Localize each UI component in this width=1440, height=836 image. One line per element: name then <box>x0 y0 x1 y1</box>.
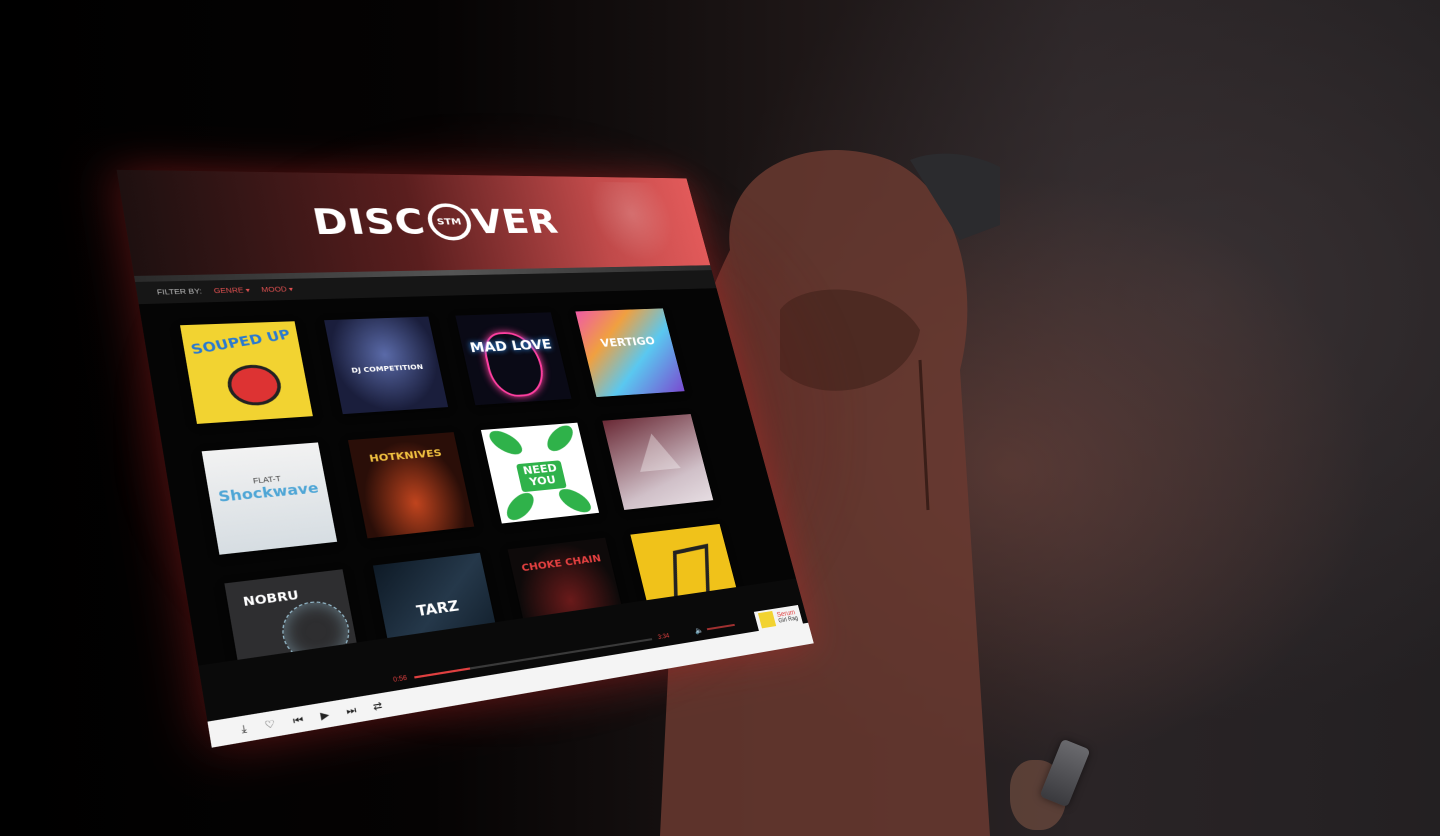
hero-banner: DISC STM VER <box>117 170 711 276</box>
genre-dropdown[interactable]: GENRE ▾ <box>213 286 250 295</box>
now-playing-thumbnail <box>758 611 776 628</box>
release-title: SOUPED UP <box>183 328 299 360</box>
leaf-art <box>486 426 526 459</box>
leaf-art <box>542 423 577 456</box>
play-icon[interactable]: ▶ <box>319 708 330 722</box>
next-icon[interactable]: ⏭ <box>345 704 357 718</box>
release-title: VERTIGO <box>582 335 673 351</box>
leaf-art <box>555 484 594 517</box>
volume-icon[interactable]: 🔈 <box>694 626 704 635</box>
perspective-stage: DISC STM VER FILTER BY: GENRE ▾ MOOD ▾ S… <box>0 0 1440 836</box>
time-elapsed: 0:56 <box>393 675 408 684</box>
volume-control: 🔈 <box>694 621 736 635</box>
release-title: CHOKE CHAIN <box>511 553 611 576</box>
download-icon[interactable]: ⤓ <box>240 722 247 736</box>
cartoon-face-art <box>224 364 284 407</box>
mood-dropdown[interactable]: MOOD ▾ <box>261 285 294 293</box>
release-tile-souped-up[interactable]: SOUPED UP <box>180 321 313 424</box>
shuffle-icon[interactable]: ⇄ <box>372 699 383 713</box>
logo-stm-badge: STM <box>424 203 475 240</box>
triangle-art <box>631 432 681 472</box>
release-title: MAD LOVE <box>461 338 560 357</box>
heart-icon[interactable]: ♡ <box>264 717 277 731</box>
discover-logo: DISC STM VER <box>309 202 562 243</box>
release-tile-mad-love[interactable]: MAD LOVE <box>455 312 571 405</box>
release-tile-shockwave[interactable]: FLAT-T Shockwave <box>202 442 337 554</box>
release-tile-triangle[interactable] <box>602 414 713 510</box>
release-title: TARZ <box>382 596 493 626</box>
previous-icon[interactable]: ⏮ <box>292 713 304 727</box>
progress-fill <box>414 667 471 678</box>
hero-scene: DISC STM VER FILTER BY: GENRE ▾ MOOD ▾ S… <box>0 0 1440 836</box>
time-total: 3:34 <box>657 633 670 641</box>
logo-left: DISC <box>309 202 429 243</box>
release-tile-need-you[interactable]: NEED YOU <box>481 423 599 524</box>
release-tile-dj-competition[interactable]: DJ COMPETITION <box>324 317 448 415</box>
logo-right: VER <box>469 203 562 241</box>
release-tile-hotknives[interactable]: HOTKNIVES <box>348 432 474 538</box>
release-tile-vertigo[interactable]: VERTIGO <box>575 308 684 397</box>
hero-figure <box>584 182 684 262</box>
leaf-art <box>502 488 539 523</box>
release-title: NEED YOU <box>516 461 567 492</box>
volume-slider[interactable] <box>707 624 735 630</box>
release-title: DJ COMPETITION <box>334 363 440 376</box>
release-title: HOTKNIVES <box>351 447 459 467</box>
filter-label: FILTER BY: <box>156 288 202 296</box>
app-screen: DISC STM VER FILTER BY: GENRE ▾ MOOD ▾ S… <box>117 170 814 748</box>
